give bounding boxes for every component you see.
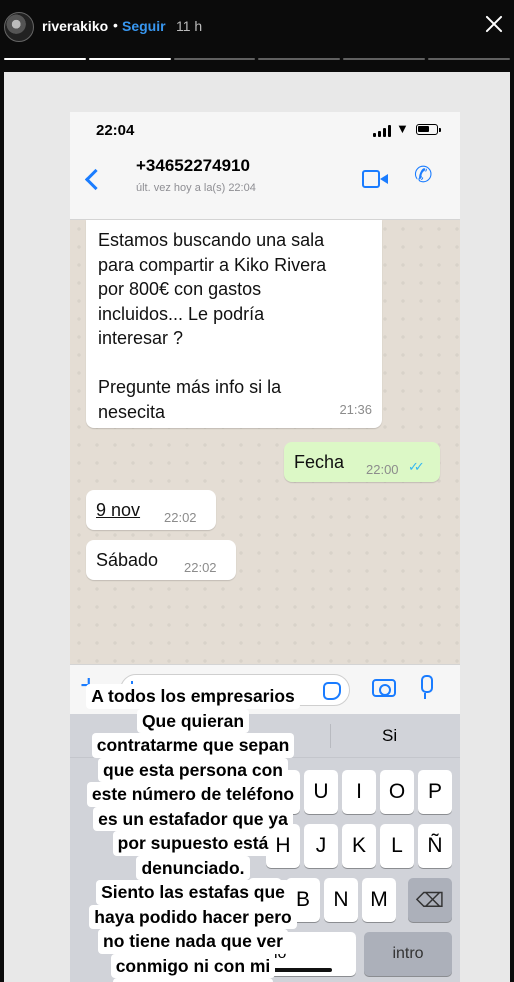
key-m[interactable]: M (362, 878, 396, 922)
camera-icon[interactable] (372, 679, 396, 697)
key-h[interactable]: H (266, 824, 300, 868)
backspace-icon[interactable]: ⌫ (408, 878, 452, 922)
message-line: nesecita (98, 401, 166, 422)
chat-area: Estamos buscando una sala para compartir… (70, 220, 460, 664)
story-time: 11 h (176, 18, 203, 34)
plus-icon[interactable]: + (80, 671, 98, 701)
progress-segment (173, 58, 256, 60)
follow-button[interactable]: Seguir (122, 18, 166, 34)
key-p[interactable]: P (418, 770, 452, 814)
suggestion-bar: Si (70, 714, 460, 758)
key-y[interactable]: Y (266, 770, 300, 814)
close-icon[interactable] (482, 12, 506, 36)
key-b[interactable]: B (286, 878, 320, 922)
message-input[interactable] (120, 674, 350, 706)
progress-segment (428, 58, 510, 60)
suggestion-divider (330, 724, 331, 748)
progress-segment (343, 58, 426, 60)
message-time: 22:02 (184, 560, 217, 575)
key-l[interactable]: L (380, 824, 414, 868)
story-header: riverakiko • Seguir 11 h (0, 0, 514, 72)
progress-segment (88, 58, 171, 60)
progress-segment (258, 58, 341, 60)
key-n[interactable]: N (324, 878, 358, 922)
progress-segment (4, 58, 86, 60)
read-ticks-icon: ✓✓ (408, 459, 425, 474)
contact-number[interactable]: +34652274910 (136, 156, 250, 176)
message-line: incluidos... Le podría (98, 303, 265, 324)
message-time: 22:00 (366, 462, 399, 477)
text-cursor (131, 681, 133, 701)
story-progress-bar (4, 58, 510, 60)
microphone-icon[interactable] (418, 675, 433, 699)
key-k[interactable]: K (342, 824, 376, 868)
message-time: 21:36 (339, 401, 372, 417)
avatar[interactable] (4, 12, 34, 42)
suggestion-si[interactable]: Si (382, 726, 397, 746)
return-key[interactable]: intro (364, 932, 452, 976)
message-time: 22:02 (164, 510, 197, 525)
message-line: Pregunte más info si la (98, 377, 282, 397)
battery-icon (416, 124, 441, 135)
video-call-icon[interactable] (362, 170, 388, 188)
message-text: 9 nov (96, 500, 141, 520)
story-image: 22:04 ▼ +34652274910 últ. vez hoy a la(s… (4, 72, 510, 982)
last-seen-status: últ. vez hoy a la(s) 22:04 (136, 182, 256, 194)
message-line: interesar ? (98, 328, 184, 348)
signal-icon (373, 125, 393, 137)
whatsapp-screenshot: 22:04 ▼ +34652274910 últ. vez hoy a la(s… (70, 112, 460, 982)
message-outgoing[interactable]: Fecha 22:00 ✓✓ (284, 442, 440, 482)
message-line: Estamos buscando una sala (98, 230, 325, 250)
key-o[interactable]: O (380, 770, 414, 814)
message-line (98, 351, 372, 376)
message-incoming[interactable]: Sábado 22:02 (86, 540, 236, 580)
status-time: 22:04 (96, 122, 135, 139)
sticker-icon[interactable] (323, 682, 341, 700)
keyboard: Si Y U I O P H J K L Ñ V B N M ⌫ cio int… (70, 714, 460, 982)
key-enye[interactable]: Ñ (418, 824, 452, 868)
chat-header: +34652274910 últ. vez hoy a la(s) 22:04 … (70, 150, 460, 220)
key-v[interactable]: V (248, 878, 282, 922)
message-text: Sábado (96, 550, 159, 570)
message-input-bar: + (70, 664, 460, 714)
separator-dot: • (113, 17, 118, 33)
message-line: para compartir a Kiko Rivera (98, 254, 327, 275)
wifi-icon: ▼ (396, 121, 409, 136)
back-chevron-icon[interactable] (82, 164, 102, 194)
key-j[interactable]: J (304, 824, 338, 868)
message-text: Fecha (294, 452, 345, 472)
message-line: por 800€ con gastos (98, 279, 262, 299)
home-indicator (244, 968, 332, 972)
key-u[interactable]: U (304, 770, 338, 814)
username[interactable]: riverakiko (42, 18, 108, 34)
status-bar: 22:04 ▼ (70, 112, 460, 150)
message-incoming[interactable]: Estamos buscando una sala para compartir… (86, 220, 382, 428)
suggestion-divider (198, 724, 199, 748)
phone-call-icon[interactable]: ✆ (414, 162, 432, 188)
key-i[interactable]: I (342, 770, 376, 814)
message-incoming[interactable]: 9 nov 22:02 (86, 490, 216, 530)
